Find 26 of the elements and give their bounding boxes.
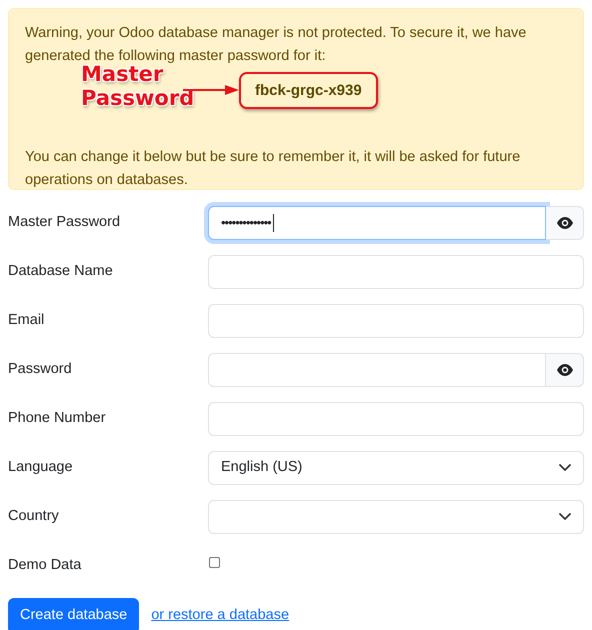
show-password-button[interactable] <box>546 206 584 240</box>
create-database-button[interactable]: Create database <box>8 598 140 630</box>
eye-icon <box>556 217 572 229</box>
field-label: Phone Number <box>8 409 107 428</box>
chevron-down-icon <box>559 464 571 472</box>
chevron-down-icon <box>559 513 571 521</box>
field-label: Country <box>8 507 60 526</box>
field-label: Demo Data <box>8 556 82 576</box>
dropdown[interactable]: English (US) <box>208 451 584 485</box>
text-field[interactable] <box>208 304 584 338</box>
password-field[interactable] <box>208 353 546 387</box>
note-text: You can change it below but be sure to remember it, it will be asked for future operations on databases. <box>25 148 522 190</box>
generated-password: fbck-grgc-x939 <box>239 72 378 109</box>
dropdown[interactable] <box>208 500 584 534</box>
field-label: Master Password <box>8 213 122 232</box>
show-password-button[interactable] <box>546 353 584 387</box>
eye-icon <box>556 364 572 376</box>
password-field[interactable]: •••••••••••••• <box>208 206 546 240</box>
restore-database-link[interactable]: or restore a database <box>151 605 290 627</box>
checkbox[interactable] <box>209 556 220 568</box>
text-field[interactable] <box>208 402 584 436</box>
field-label: Email <box>8 311 46 330</box>
field-label: Password <box>8 360 73 380</box>
text-field[interactable] <box>208 255 584 289</box>
field-label: Database Name <box>8 262 114 282</box>
field-label: Language <box>8 458 74 478</box>
